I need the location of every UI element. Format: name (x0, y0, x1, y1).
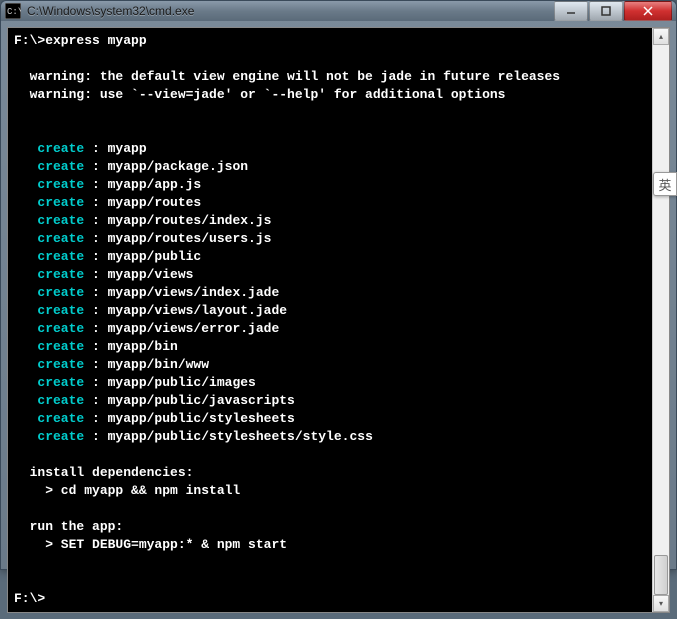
prompt-line: F:\>express myapp (14, 32, 646, 50)
window-title: C:\Windows\system32\cmd.exe (27, 4, 554, 18)
terminal-frame: F:\>express myapp warning: the default v… (1, 21, 676, 619)
create-line: create : myapp/public/stylesheets (14, 410, 646, 428)
cmd-icon: C:\ (5, 3, 21, 19)
prompt-line: F:\> (14, 590, 646, 608)
blank-line (14, 446, 646, 464)
blank-line (14, 554, 646, 572)
run-header: run the app: (14, 518, 646, 536)
ime-badge[interactable]: 英 (653, 172, 677, 196)
blank-line (14, 500, 646, 518)
create-line: create : myapp/bin (14, 338, 646, 356)
titlebar[interactable]: C:\ C:\Windows\system32\cmd.exe (1, 1, 676, 21)
create-line: create : myapp/views/layout.jade (14, 302, 646, 320)
minimize-button[interactable] (554, 1, 588, 21)
scroll-up-button[interactable]: ▴ (653, 28, 669, 45)
create-line: create : myapp/public/images (14, 374, 646, 392)
blank-line (14, 122, 646, 140)
create-line: create : myapp/public (14, 248, 646, 266)
create-line: create : myapp/views/error.jade (14, 320, 646, 338)
scroll-track[interactable] (653, 45, 669, 595)
create-line: create : myapp/public/javascripts (14, 392, 646, 410)
scroll-thumb[interactable] (654, 555, 668, 595)
cmd-window: C:\ C:\Windows\system32\cmd.exe F:\>expr… (0, 0, 677, 570)
window-controls (554, 1, 672, 21)
blank-line (14, 104, 646, 122)
create-line: create : myapp/app.js (14, 176, 646, 194)
blank-line (14, 50, 646, 68)
create-line: create : myapp/views/index.jade (14, 284, 646, 302)
scroll-down-button[interactable]: ▾ (653, 595, 669, 612)
create-line: create : myapp/public/stylesheets/style.… (14, 428, 646, 446)
create-line: create : myapp/routes (14, 194, 646, 212)
warning-line: warning: the default view engine will no… (14, 68, 646, 86)
create-line: create : myapp/views (14, 266, 646, 284)
close-button[interactable] (624, 1, 672, 21)
ime-label: 英 (658, 175, 671, 194)
create-line: create : myapp/routes/index.js (14, 212, 646, 230)
install-header: install dependencies: (14, 464, 646, 482)
terminal-container: F:\>express myapp warning: the default v… (7, 27, 670, 613)
create-line: create : myapp/bin/www (14, 356, 646, 374)
create-line: create : myapp/package.json (14, 158, 646, 176)
create-line: create : myapp/routes/users.js (14, 230, 646, 248)
warning-line: warning: use `--view=jade' or `--help' f… (14, 86, 646, 104)
maximize-button[interactable] (589, 1, 623, 21)
scrollbar: ▴ ▾ (652, 28, 669, 612)
svg-text:C:\: C:\ (7, 7, 21, 17)
terminal-output[interactable]: F:\>express myapp warning: the default v… (8, 28, 652, 612)
create-line: create : myapp (14, 140, 646, 158)
blank-line (14, 572, 646, 590)
run-cmd: > SET DEBUG=myapp:* & npm start (14, 536, 646, 554)
install-cmd: > cd myapp && npm install (14, 482, 646, 500)
